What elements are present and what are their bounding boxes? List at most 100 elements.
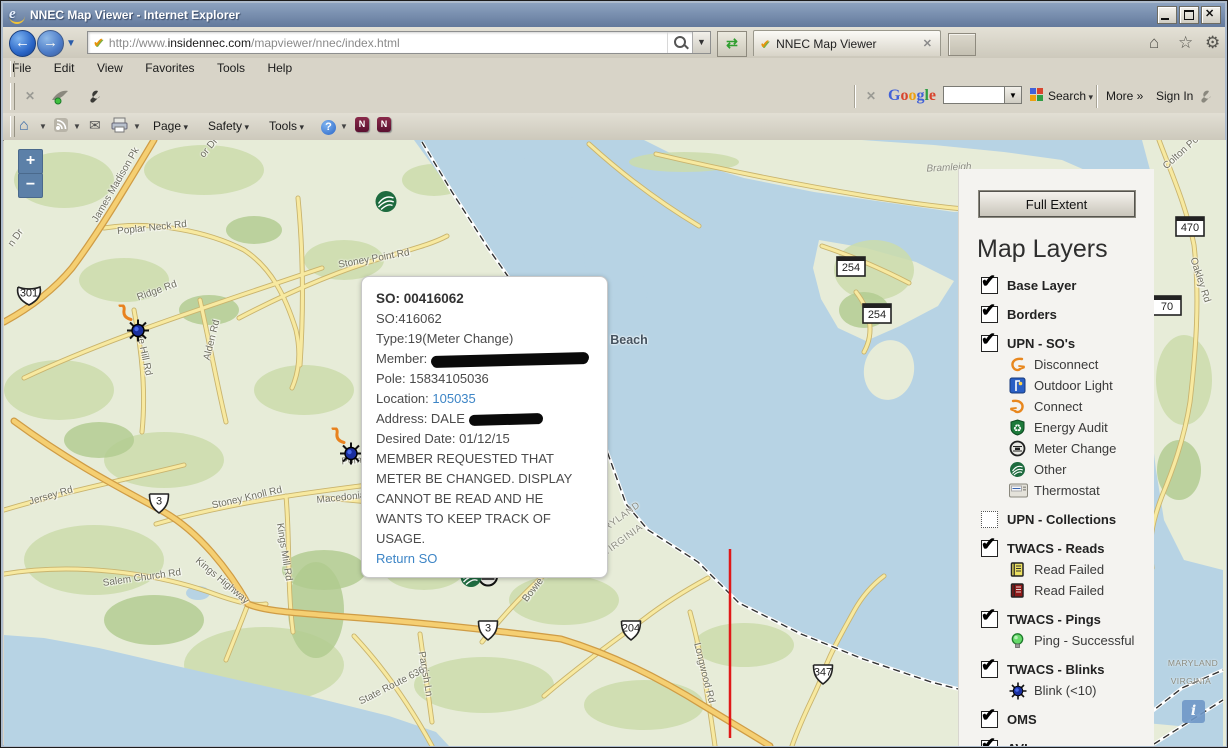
help-icon[interactable] bbox=[321, 117, 336, 135]
return-so-link[interactable]: Return SO bbox=[376, 551, 437, 566]
maximize-button[interactable] bbox=[1179, 6, 1199, 24]
other-marker[interactable] bbox=[374, 190, 398, 219]
help-caret-icon[interactable] bbox=[340, 122, 348, 131]
map-layers-heading: Map Layers bbox=[977, 235, 1154, 264]
layer-row-oms: OMS bbox=[981, 708, 1154, 730]
safety-menu-button[interactable]: Safety bbox=[208, 119, 249, 133]
legend-ping-successful: Ping - Successful bbox=[1009, 630, 1154, 651]
twacs-blinks-label: TWACS - Blinks bbox=[1007, 662, 1105, 677]
google-sign-in-button[interactable]: Sign In bbox=[1156, 89, 1193, 103]
energy-audit-icon: ♻ bbox=[1009, 419, 1028, 436]
meter-change-icon bbox=[1009, 440, 1028, 457]
twacs-pings-checkbox[interactable] bbox=[981, 611, 998, 628]
map-label-state-route-636: State Route 636 bbox=[357, 665, 426, 708]
rss-caret-icon[interactable] bbox=[73, 122, 81, 131]
window-title: NNEC Map Viewer - Internet Explorer bbox=[30, 8, 1155, 22]
google-wrench-icon[interactable] bbox=[1196, 88, 1214, 111]
info-button[interactable]: i bbox=[1182, 700, 1205, 723]
service-order-popup: SO: 00416062 SO:416062 Type:19(Meter Cha… bbox=[361, 276, 608, 578]
blink-marker[interactable] bbox=[329, 428, 365, 471]
close-button[interactable] bbox=[1201, 6, 1221, 24]
print-icon[interactable] bbox=[111, 117, 128, 138]
disconnect-label: Disconnect bbox=[1034, 357, 1098, 372]
svg-text:♻: ♻ bbox=[1013, 424, 1022, 435]
home-caret-icon[interactable] bbox=[39, 122, 47, 131]
blink-marker[interactable] bbox=[116, 305, 152, 348]
forward-button[interactable] bbox=[37, 30, 64, 57]
toolbar-grip bbox=[10, 116, 15, 137]
wrench-icon[interactable] bbox=[85, 88, 103, 111]
map-canvas[interactable]: .water{fill:#b7d3e4}.land{fill:#e7ecd8} … bbox=[4, 140, 1226, 746]
close-google-toolbar-icon[interactable] bbox=[866, 89, 876, 103]
zoom-in-button[interactable]: + bbox=[18, 149, 43, 174]
norton-toolbar-icon[interactable]: N bbox=[355, 117, 369, 132]
legend-outdoor-light: Outdoor Light bbox=[1009, 375, 1154, 396]
base-layer-checkbox[interactable] bbox=[981, 277, 998, 294]
title-bar[interactable]: e NNEC Map Viewer - Internet Explorer bbox=[3, 3, 1225, 27]
avl-checkbox[interactable] bbox=[981, 740, 998, 747]
zoom-out-button[interactable]: − bbox=[18, 173, 43, 198]
address-dropdown-button[interactable] bbox=[692, 32, 710, 53]
menu-view[interactable]: View bbox=[88, 58, 132, 78]
tab-title: NNEC Map Viewer bbox=[776, 37, 921, 51]
search-icon[interactable] bbox=[667, 32, 692, 53]
menu-help[interactable]: Help bbox=[258, 58, 301, 78]
new-tab-button[interactable] bbox=[948, 33, 976, 56]
tab-favicon bbox=[760, 37, 770, 51]
google-grid-icon bbox=[1030, 88, 1043, 101]
page-menu-button[interactable]: Page bbox=[153, 119, 188, 133]
twacs-blinks-checkbox[interactable] bbox=[981, 661, 998, 678]
back-button[interactable] bbox=[9, 30, 36, 57]
menu-tools[interactable]: Tools bbox=[208, 58, 254, 78]
map-label-colton-po: Colton Po bbox=[1161, 140, 1201, 172]
rss-feed-icon[interactable] bbox=[53, 117, 69, 138]
popup-type: Type:19(Meter Change) bbox=[376, 329, 593, 349]
norton-safeweb-icon[interactable]: N bbox=[377, 117, 391, 132]
google-search-input[interactable] bbox=[943, 86, 1005, 104]
upn-so-s-checkbox[interactable] bbox=[981, 335, 998, 352]
google-toolbar: Google Search More » Sign In bbox=[848, 80, 1225, 113]
print-caret-icon[interactable] bbox=[133, 122, 141, 131]
read-mail-icon[interactable] bbox=[89, 117, 101, 135]
menu-favorites[interactable]: Favorites bbox=[136, 58, 203, 78]
home-button-icon[interactable] bbox=[19, 117, 29, 135]
close-toolbar-icon[interactable] bbox=[25, 89, 35, 103]
upn-collections-checkbox[interactable] bbox=[981, 511, 998, 528]
address-bar[interactable]: http://www.insidennec.com/mapviewer/nnec… bbox=[87, 31, 711, 54]
popup-location: Location: 105035 bbox=[376, 389, 593, 409]
addon-icon[interactable] bbox=[49, 86, 71, 111]
menu-file[interactable]: File bbox=[3, 58, 40, 78]
home-icon[interactable] bbox=[1149, 33, 1159, 53]
favorites-star-icon[interactable] bbox=[1178, 33, 1193, 53]
map-label-alden-rd: Alden Rd bbox=[202, 319, 223, 362]
popup-address: Address: DALE bbox=[376, 409, 593, 429]
settings-gear-icon[interactable] bbox=[1205, 33, 1220, 53]
url-text[interactable]: http://www.insidennec.com/mapviewer/nnec… bbox=[109, 36, 667, 50]
route-number: 70 bbox=[1152, 301, 1182, 313]
tools-menu-button[interactable]: Tools bbox=[269, 119, 304, 133]
google-search-dropdown-icon[interactable] bbox=[1005, 86, 1022, 104]
full-extent-button[interactable]: Full Extent bbox=[979, 191, 1135, 217]
map-label-stoney-knoll-rd: Stoney Knoll Rd bbox=[211, 485, 283, 512]
google-more-button[interactable]: More » bbox=[1106, 89, 1143, 103]
recent-pages-caret-icon[interactable] bbox=[66, 38, 76, 49]
borders-checkbox[interactable] bbox=[981, 306, 998, 323]
minimize-button[interactable] bbox=[1157, 6, 1177, 24]
map-label-kings-mill-rd: Kings Mill Rd bbox=[274, 522, 294, 581]
twacs-reads-checkbox[interactable] bbox=[981, 540, 998, 557]
tab-close-icon[interactable] bbox=[921, 37, 934, 50]
connect-label: Connect bbox=[1034, 399, 1082, 414]
map-label-james-madison-pk: James Madison Pk bbox=[90, 146, 142, 225]
google-search-button[interactable]: Search bbox=[1048, 89, 1093, 103]
redaction-bar bbox=[431, 352, 589, 367]
blink-10-label: Blink (<10) bbox=[1034, 683, 1097, 698]
tab-nnec-map-viewer[interactable]: NNEC Map Viewer bbox=[753, 30, 941, 56]
compatibility-view-button[interactable] bbox=[717, 31, 747, 57]
menu-edit[interactable]: Edit bbox=[45, 58, 84, 78]
location-link[interactable]: 105035 bbox=[432, 391, 475, 406]
read-failed-yellow-icon bbox=[1009, 561, 1028, 578]
oms-checkbox[interactable] bbox=[981, 711, 998, 728]
layer-row-upn-so-s: UPN - SO's bbox=[981, 332, 1154, 354]
map-label-oakley-rd: Oakley Rd bbox=[1188, 256, 1213, 304]
menu-bar: File Edit View Favorites Tools Help bbox=[3, 58, 1225, 81]
